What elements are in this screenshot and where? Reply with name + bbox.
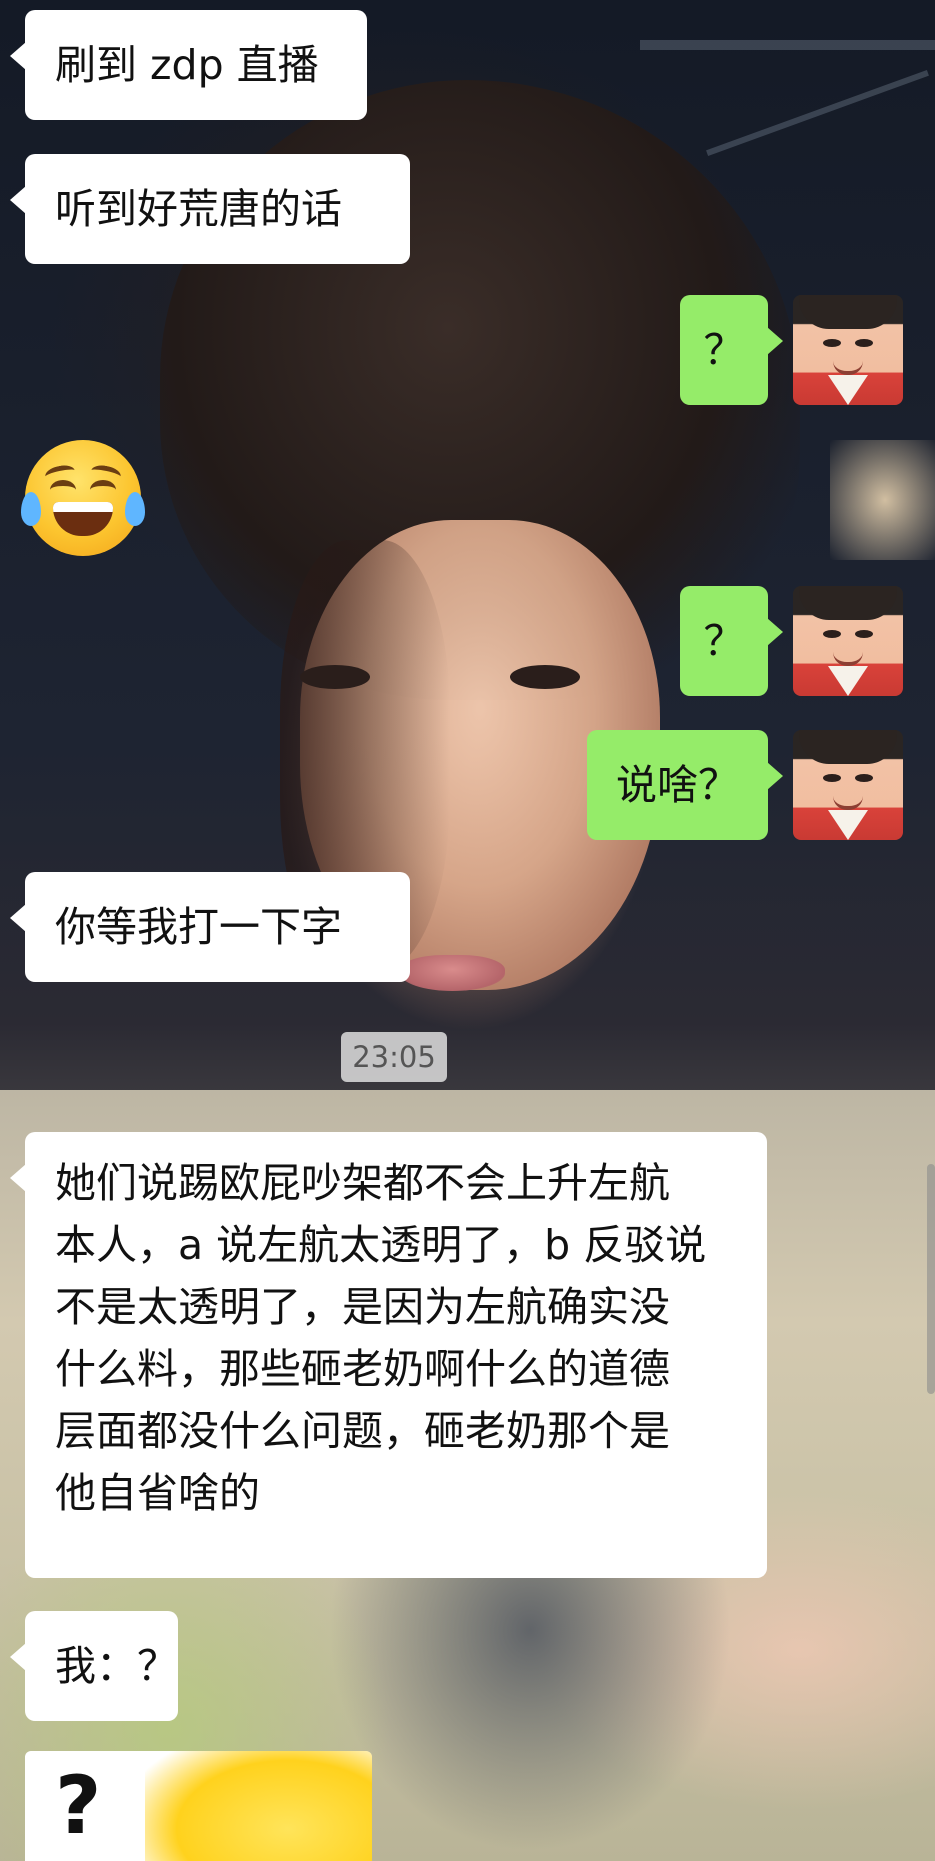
wallpaper-detail bbox=[706, 69, 929, 157]
message-line: 层面都没什么问题，砸老奶那个是 bbox=[55, 1407, 670, 1455]
message-text: ？ bbox=[703, 326, 745, 374]
message-text: 说啥？ bbox=[616, 761, 739, 809]
sticker-image bbox=[145, 1751, 372, 1861]
incoming-message-bubble[interactable]: 她们说踢欧屁吵架都不会上升左航 本人，a 说左航太透明了，b 反驳说 不是太透明… bbox=[10, 1132, 767, 1578]
message-line: 她们说踢欧屁吵架都不会上升左航 bbox=[55, 1159, 670, 1207]
message-line: 他自省啥的 bbox=[55, 1469, 260, 1517]
wallpaper-eye bbox=[300, 665, 370, 689]
wallpaper-eye bbox=[510, 665, 580, 689]
message-text: 听到好荒唐的话 bbox=[55, 185, 342, 233]
message-text: 我：？ bbox=[55, 1642, 178, 1690]
face-with-tears-of-joy-icon[interactable] bbox=[21, 440, 145, 556]
message-line: 什么料，那些砸老奶啊什么的道德 bbox=[55, 1345, 670, 1393]
user-avatar[interactable] bbox=[793, 730, 903, 840]
user-avatar[interactable] bbox=[793, 295, 903, 405]
incoming-message-bubble[interactable]: 我：？ bbox=[10, 1611, 178, 1721]
wallpaper-light bbox=[830, 440, 935, 560]
incoming-message-bubble[interactable]: 听到好荒唐的话 bbox=[10, 154, 410, 264]
message-text: 你等我打一下字 bbox=[55, 903, 342, 951]
incoming-message-bubble[interactable]: 刷到 zdp 直播 bbox=[10, 10, 367, 120]
user-avatar[interactable] bbox=[793, 586, 903, 696]
outgoing-message-bubble[interactable]: ？ bbox=[680, 586, 783, 696]
incoming-message-bubble[interactable]: 你等我打一下字 bbox=[10, 872, 410, 982]
message-text: ？ bbox=[703, 617, 745, 665]
wallpaper-lips bbox=[400, 955, 505, 991]
outgoing-message-bubble[interactable]: 说啥？ bbox=[587, 730, 783, 840]
outgoing-message-bubble[interactable]: ？ bbox=[680, 295, 783, 405]
message-line: 本人，a 说左航太透明了，b 反驳说 bbox=[55, 1221, 707, 1269]
sticker-question-mark: ? bbox=[55, 1759, 102, 1852]
wallpaper-detail bbox=[640, 40, 935, 50]
scrollbar[interactable] bbox=[927, 1164, 935, 1394]
sticker-message[interactable]: ? bbox=[25, 1751, 372, 1861]
message-line: 不是太透明了，是因为左航确实没 bbox=[55, 1283, 670, 1331]
message-timestamp: 23:05 bbox=[341, 1032, 447, 1082]
message-text: 刷到 zdp 直播 bbox=[55, 41, 319, 89]
